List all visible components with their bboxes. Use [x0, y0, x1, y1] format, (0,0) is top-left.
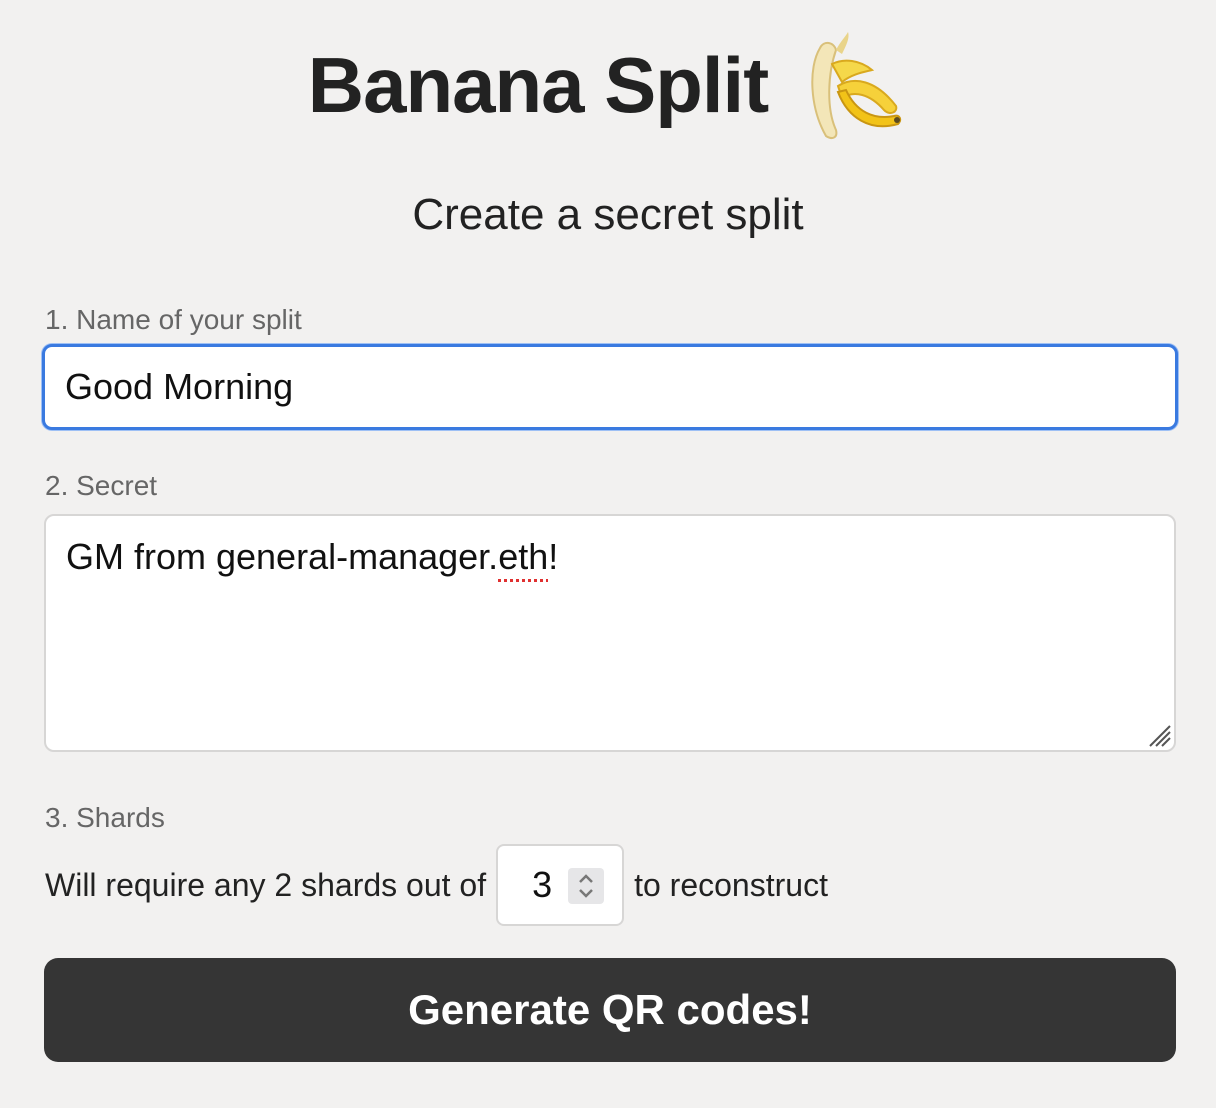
shards-number-value: 3 — [532, 864, 553, 905]
shards-prefix-text: Will require any 2 shards out of — [45, 866, 487, 903]
shards-row: Will require any 2 shards out of 3 to re… — [45, 844, 828, 926]
split-name-input[interactable] — [42, 344, 1178, 430]
shards-number-input[interactable]: 3 — [496, 844, 625, 926]
shards-suffix-text: to reconstruct — [634, 866, 828, 903]
shards-label: 3. Shards — [45, 802, 165, 833]
resize-handle-icon[interactable] — [1146, 722, 1172, 748]
header: Banana Split — [0, 20, 1216, 150]
stepper-icon[interactable] — [568, 868, 605, 904]
page: Banana Split Create a secret split 1. Na… — [0, 0, 1216, 1108]
secret-text-misspelled: eth — [498, 536, 549, 577]
app-title: Banana Split — [307, 40, 769, 129]
secret-text-prefix: GM from general-manager. — [66, 536, 499, 577]
secret-textarea[interactable]: GM from general-manager.eth! — [44, 514, 1176, 752]
banana-icon — [811, 31, 902, 139]
secret-label: 2. Secret — [45, 470, 158, 501]
page-subtitle: Create a secret split — [412, 190, 804, 239]
secret-text-suffix: ! — [548, 536, 559, 577]
generate-qr-button[interactable]: Generate QR codes! — [44, 958, 1176, 1062]
name-label: 1. Name of your split — [45, 304, 302, 335]
